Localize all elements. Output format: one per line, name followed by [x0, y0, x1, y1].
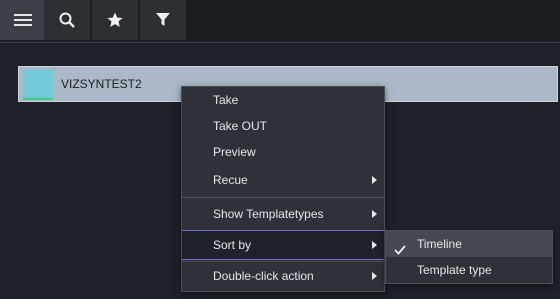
menu-item-label: Take OUT [213, 119, 268, 133]
submenu-arrow-icon [372, 176, 377, 184]
submenu-item-label: Timeline [417, 237, 462, 251]
menu-item-take-out[interactable]: Take OUT [182, 113, 384, 139]
menu-item-label: Sort by [213, 238, 252, 252]
menu-item-label: Show Templatetypes [213, 207, 324, 221]
menu-item-label: Preview [213, 145, 256, 159]
toolbar [0, 0, 560, 42]
menu-item-label: Take [213, 93, 239, 107]
favorites-button[interactable] [92, 0, 138, 40]
menu-item-take[interactable]: Take [182, 87, 384, 113]
submenu-item-label: Template type [417, 263, 492, 277]
sort-by-submenu: Timeline Template type [385, 230, 553, 284]
submenu-arrow-icon [372, 241, 377, 249]
menu-divider [182, 261, 384, 262]
menu-item-label: Double-click action [213, 269, 314, 283]
search-icon [59, 12, 75, 28]
star-icon [107, 12, 123, 28]
hamburger-menu-icon [14, 14, 32, 26]
submenu-item-timeline[interactable]: Timeline [386, 231, 552, 257]
item-thumbnail [23, 70, 53, 100]
menu-item-show-templatetypes[interactable]: Show Templatetypes [182, 201, 384, 227]
submenu-item-template-type[interactable]: Template type [386, 257, 552, 283]
item-title: VIZSYNTEST2 [61, 77, 142, 91]
menu-item-recue[interactable]: Recue [182, 167, 384, 193]
menu-button[interactable] [0, 0, 46, 40]
menu-item-sort-by[interactable]: Sort by [182, 230, 384, 260]
context-menu: Take Take OUT Preview Recue Show Templat… [181, 86, 385, 292]
filter-icon [156, 13, 170, 27]
menu-item-preview[interactable]: Preview [182, 139, 384, 165]
filter-button[interactable] [140, 0, 186, 40]
search-button[interactable] [44, 0, 90, 40]
submenu-arrow-icon [372, 210, 377, 218]
menu-item-label: Recue [213, 173, 248, 187]
submenu-arrow-icon [372, 272, 377, 280]
menu-divider [182, 197, 384, 198]
menu-item-double-click-action[interactable]: Double-click action [182, 263, 384, 289]
